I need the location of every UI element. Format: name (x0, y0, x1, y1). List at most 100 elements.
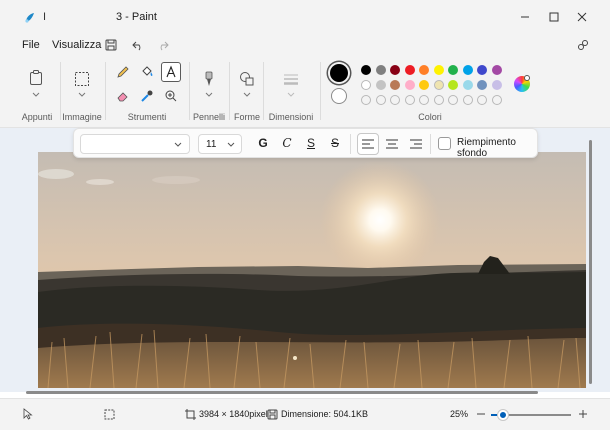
bold-button[interactable]: G (255, 136, 271, 152)
cursor-position-icon (22, 408, 34, 420)
eraser-icon[interactable] (115, 88, 131, 104)
custom-color-slot[interactable] (375, 95, 386, 105)
horizontal-scrollbar[interactable] (26, 391, 538, 394)
chevron-down-icon[interactable] (78, 92, 86, 98)
zoom-percent[interactable]: 25% (450, 409, 468, 419)
chevron-down-icon[interactable] (287, 92, 295, 98)
save-icon[interactable] (104, 38, 118, 52)
font-size-select[interactable]: 11 (198, 134, 242, 154)
color-swatch[interactable] (462, 65, 473, 75)
window-title: 3 - Paint (116, 11, 157, 23)
strikethrough-button[interactable]: S (327, 136, 343, 152)
color-swatch[interactable] (491, 80, 502, 90)
color-swatch[interactable] (433, 80, 444, 90)
align-left-button[interactable] (357, 133, 379, 155)
canvas-image[interactable] (38, 152, 586, 388)
minimize-button[interactable] (517, 9, 533, 25)
share-icon[interactable] (576, 38, 590, 52)
zoom-slider-thumb[interactable] (498, 410, 508, 420)
canvas-size-icon (184, 408, 196, 420)
pencil-icon[interactable] (115, 64, 131, 80)
custom-color-slot[interactable] (433, 95, 444, 105)
title-cursor: I (43, 11, 47, 23)
font-size-value: 11 (206, 139, 217, 150)
color-swatch[interactable] (448, 80, 458, 90)
custom-color-slot[interactable] (404, 95, 415, 105)
fill-background-checkbox[interactable] (438, 137, 451, 150)
custom-color-slot[interactable] (419, 95, 429, 105)
group-label-tools: Strumenti (127, 112, 167, 122)
text-icon[interactable] (161, 62, 181, 82)
group-label-colors: Colori (418, 112, 442, 122)
menu-bar: File Visualizza (0, 34, 610, 56)
zoom-in-icon[interactable] (577, 408, 589, 420)
color-swatch[interactable] (390, 80, 400, 90)
color-swatch[interactable] (477, 80, 487, 90)
fill-background-label: Riempimento sfondo (457, 137, 516, 159)
chevron-down-icon[interactable] (243, 92, 251, 98)
align-left-icon (362, 139, 374, 149)
close-button[interactable] (574, 9, 590, 25)
title-bar: I 3 - Paint (0, 0, 610, 34)
ribbon-separator (320, 62, 321, 120)
color-swatch[interactable] (433, 65, 444, 75)
zoom-out-icon[interactable] (475, 408, 487, 420)
menu-view[interactable]: Visualizza (52, 39, 101, 51)
custom-color-slot[interactable] (491, 95, 502, 105)
color-swatch[interactable] (491, 65, 502, 75)
secondary-color[interactable] (331, 88, 347, 104)
group-label-clipboard: Appunti (21, 112, 53, 122)
undo-icon[interactable] (131, 38, 145, 52)
ribbon-separator (229, 62, 230, 120)
color-swatch[interactable] (375, 80, 386, 90)
menu-file[interactable]: File (22, 39, 40, 51)
custom-color-slot[interactable] (462, 95, 473, 105)
custom-color-slot[interactable] (361, 95, 371, 105)
align-right-button[interactable] (405, 133, 427, 155)
color-swatch[interactable] (419, 80, 429, 90)
plus-badge-icon (524, 75, 530, 81)
clipboard-icon[interactable] (28, 70, 44, 86)
status-bar: 3984 × 1840pixel Dimensione: 504.1KB 25% (0, 398, 610, 430)
color-swatch[interactable] (419, 65, 429, 75)
align-center-button[interactable] (381, 133, 403, 155)
color-swatch[interactable] (375, 65, 386, 75)
chevron-down-icon[interactable] (205, 92, 213, 98)
color-swatch[interactable] (404, 80, 415, 90)
zoom-slider[interactable] (491, 410, 571, 420)
align-center-icon (386, 139, 398, 149)
color-swatch[interactable] (462, 80, 473, 90)
color-swatch[interactable] (477, 65, 487, 75)
chevron-down-icon (174, 142, 182, 147)
file-size: Dimensione: 504.1KB (281, 409, 369, 419)
maximize-button[interactable] (546, 9, 562, 25)
custom-color-slot[interactable] (390, 95, 400, 105)
italic-button[interactable]: C (279, 136, 295, 152)
brush-icon[interactable] (201, 71, 217, 87)
vertical-scrollbar[interactable] (589, 140, 592, 384)
color-swatch[interactable] (361, 65, 371, 75)
ribbon-separator (105, 62, 106, 120)
primary-color[interactable] (330, 64, 348, 82)
fill-bucket-icon[interactable] (139, 64, 155, 80)
redo-icon[interactable] (156, 38, 170, 52)
select-icon[interactable] (74, 71, 90, 87)
chevron-down-icon[interactable] (32, 92, 40, 98)
color-picker-icon[interactable] (139, 88, 155, 104)
custom-color-slot[interactable] (477, 95, 487, 105)
ribbon: Appunti Immagine Strumenti Pennelli Form… (0, 56, 610, 128)
font-family-select[interactable] (80, 134, 190, 154)
color-swatch[interactable] (404, 65, 415, 75)
color-swatch[interactable] (361, 80, 371, 90)
group-label-size: Dimensioni (268, 112, 314, 122)
magnifier-icon[interactable] (163, 88, 179, 104)
custom-color-slot[interactable] (448, 95, 458, 105)
shapes-icon[interactable] (239, 71, 255, 87)
text-toolbar: 11 G C S S Riempimento sfondo (73, 128, 538, 159)
line-width-icon[interactable] (283, 72, 299, 88)
align-right-icon (410, 139, 422, 149)
landscape-photo (38, 152, 586, 388)
color-swatch[interactable] (448, 65, 458, 75)
underline-button[interactable]: S (303, 136, 319, 152)
color-swatch[interactable] (390, 65, 400, 75)
